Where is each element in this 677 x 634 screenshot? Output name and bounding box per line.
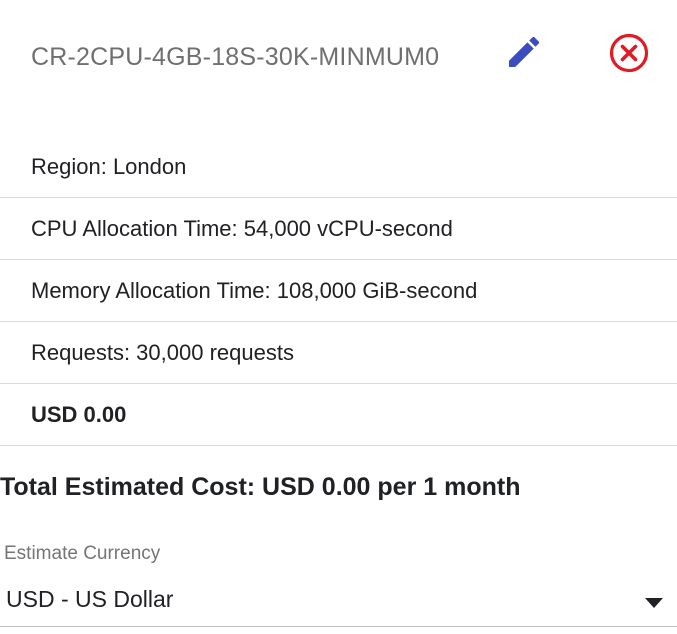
- item-price-text: USD 0.00: [31, 401, 127, 427]
- currency-select[interactable]: USD - US Dollar: [0, 576, 677, 627]
- memory-allocation-row: Memory Allocation Time: 108,000 GiB-seco…: [0, 260, 677, 322]
- cpu-allocation-text: CPU Allocation Time: 54,000 vCPU-second: [31, 215, 453, 241]
- item-title: CR-2CPU-4GB-18S-30K-MINMUM0: [31, 43, 440, 71]
- item-details-list: Region: London CPU Allocation Time: 54,0…: [0, 136, 677, 446]
- currency-selected-value: USD - US Dollar: [6, 586, 174, 612]
- remove-button[interactable]: [607, 31, 651, 75]
- close-circle-icon: [609, 33, 649, 73]
- region-text: Region: London: [31, 153, 187, 179]
- requests-row: Requests: 30,000 requests: [0, 322, 677, 384]
- item-header: CR-2CPU-4GB-18S-30K-MINMUM0: [0, 0, 677, 136]
- cpu-allocation-row: CPU Allocation Time: 54,000 vCPU-second: [0, 198, 677, 260]
- memory-allocation-text: Memory Allocation Time: 108,000 GiB-seco…: [31, 277, 478, 303]
- currency-label: Estimate Currency: [4, 543, 161, 564]
- requests-text: Requests: 30,000 requests: [31, 339, 294, 365]
- estimate-item-card: CR-2CPU-4GB-18S-30K-MINMUM0 Region: Lond…: [0, 0, 677, 446]
- edit-button[interactable]: [502, 30, 546, 74]
- caret-down-icon: [645, 598, 663, 608]
- item-price-row: USD 0.00: [0, 384, 677, 446]
- pencil-icon: [509, 36, 540, 67]
- region-row: Region: London: [0, 136, 677, 198]
- total-estimated-cost: Total Estimated Cost: USD 0.00 per 1 mon…: [0, 473, 521, 501]
